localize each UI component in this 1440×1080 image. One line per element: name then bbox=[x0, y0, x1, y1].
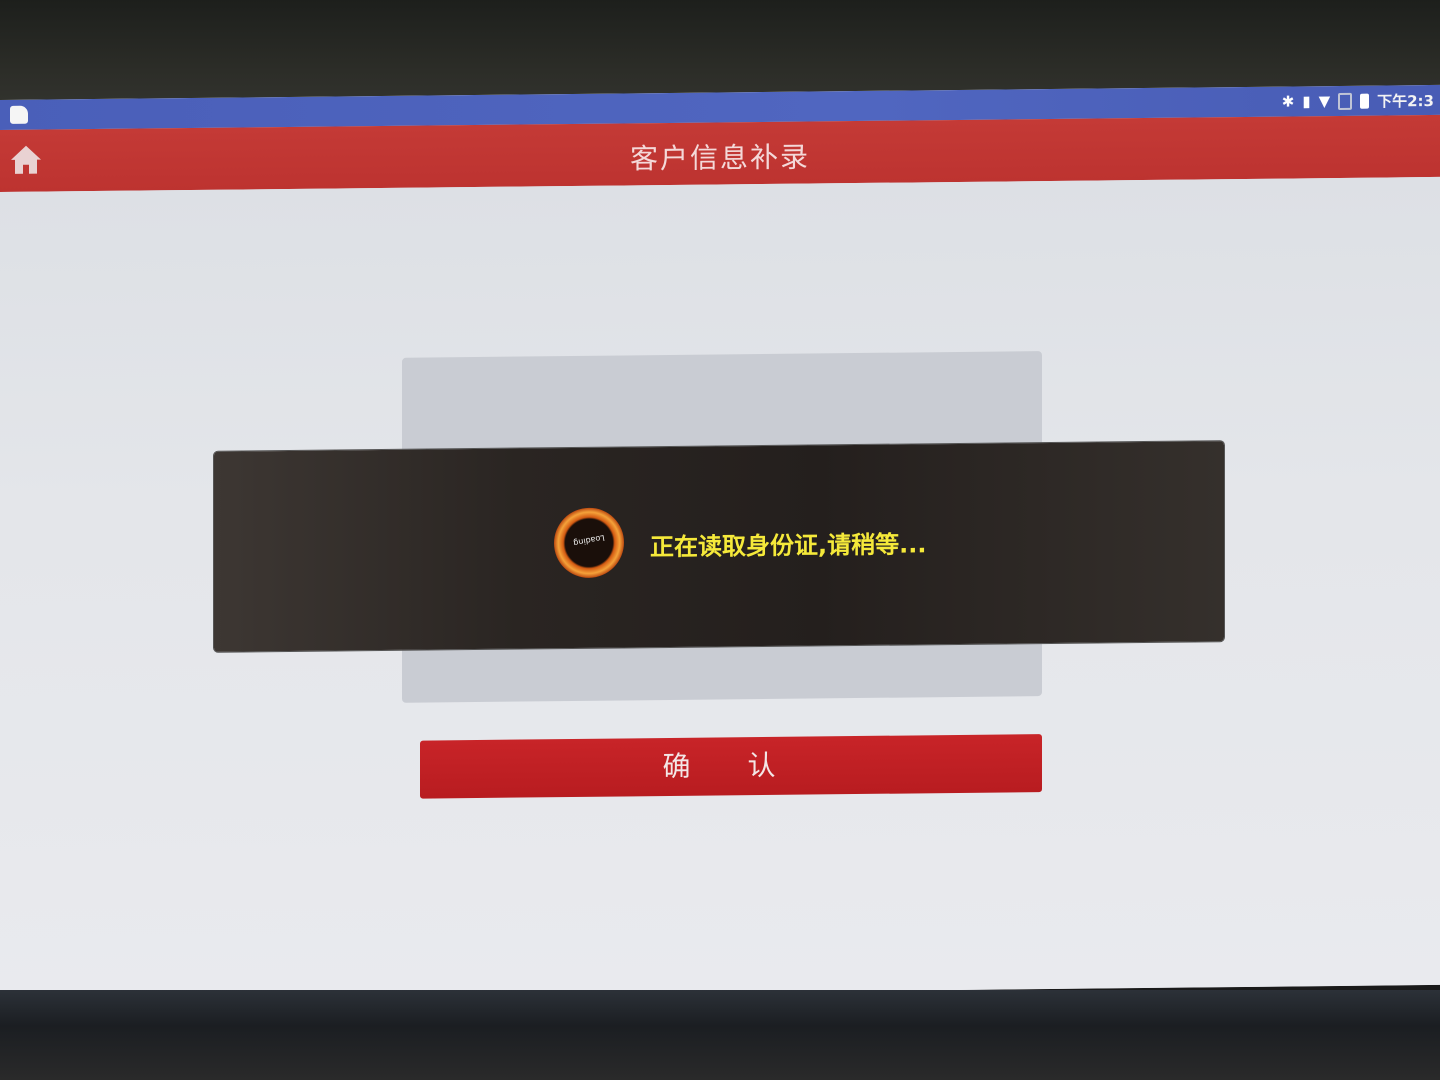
main-content: Loading 正在读取身份证,请稍等... 确 认 bbox=[0, 176, 1440, 1000]
spinner-label: Loading bbox=[572, 533, 606, 548]
page-title: 客户信息补录 bbox=[629, 140, 810, 176]
loading-spinner-icon: Loading bbox=[554, 507, 624, 579]
bluetooth-icon: ✱ bbox=[1281, 92, 1295, 111]
wifi-icon: ▼ bbox=[1318, 92, 1331, 111]
photo-background-bottom bbox=[0, 990, 1440, 1080]
notification-icon bbox=[10, 105, 28, 124]
status-icons: ✱ ▮ ▼ 下午2:3 bbox=[1282, 89, 1434, 113]
loading-dialog: Loading 正在读取身份证,请稍等... bbox=[214, 441, 1224, 652]
loading-message: 正在读取身份证,请稍等... bbox=[650, 530, 927, 562]
confirm-button[interactable]: 确 认 bbox=[420, 734, 1042, 799]
status-time: 下午2:3 bbox=[1377, 91, 1434, 111]
vibrate-icon: ▮ bbox=[1302, 92, 1311, 111]
battery-icon bbox=[1360, 93, 1370, 109]
no-sim-icon bbox=[1338, 92, 1353, 110]
tablet-screen: ✱ ▮ ▼ 下午2:3 客户信息补录 Loading 正在读取身份证,请稍等..… bbox=[0, 84, 1440, 1001]
